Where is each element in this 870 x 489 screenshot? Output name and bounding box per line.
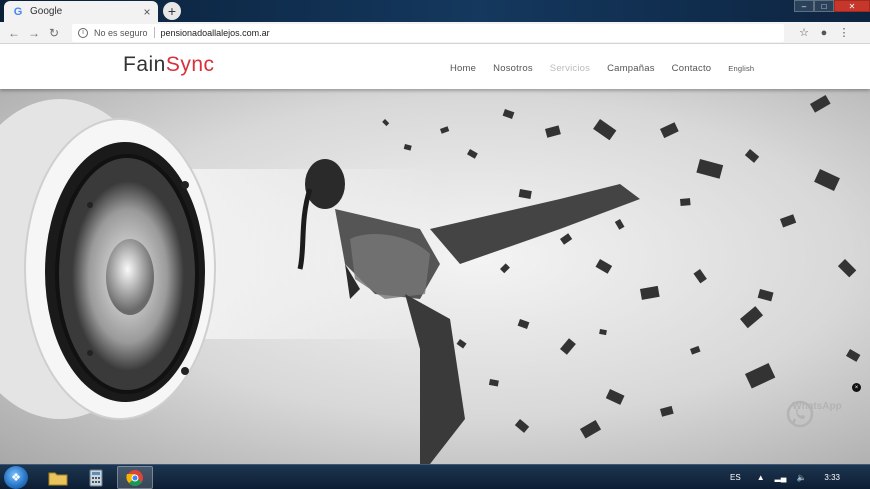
window-controls: – □ ✕ <box>794 0 870 12</box>
nav-campanas[interactable]: Campañas <box>607 63 655 74</box>
speaker-graphic <box>0 99 216 420</box>
nav-english[interactable]: English <box>728 64 754 73</box>
logo-text-fain: Fain <box>123 53 166 76</box>
bookmark-star-icon[interactable]: ☆ <box>794 23 814 43</box>
maximize-button[interactable]: □ <box>814 0 834 12</box>
hero-illustration <box>0 95 861 464</box>
folder-icon <box>48 472 68 485</box>
menu-dots-icon[interactable]: ⋮ <box>834 23 854 43</box>
close-icon[interactable]: × <box>852 383 861 392</box>
forward-arrow-icon[interactable]: → <box>24 23 44 43</box>
system-tray: ES ▲ ▂▄ 🔈 3:33 <box>730 465 870 489</box>
taskbar-chrome-icon[interactable] <box>117 466 153 489</box>
nav-nosotros[interactable]: Nosotros <box>493 63 533 74</box>
whatsapp-icon <box>786 400 814 428</box>
tab-title: Google <box>30 6 63 17</box>
os-taskbar: ❖ ES ▲ ▂▄ 🔈 3:33 <box>0 464 870 489</box>
new-tab-button[interactable]: + <box>163 2 181 20</box>
nav-contacto[interactable]: Contacto <box>672 63 712 74</box>
taskbar-explorer-icon[interactable] <box>40 466 76 489</box>
url-text[interactable]: pensionadoallalejos.com.ar <box>161 28 270 38</box>
browser-tab[interactable]: G Google × <box>4 1 158 22</box>
profile-icon[interactable]: ● <box>814 23 834 43</box>
volume-icon[interactable]: 🔈 <box>796 473 806 482</box>
taskbar-calculator-icon[interactable] <box>78 466 114 489</box>
security-label: No es seguro <box>94 27 148 38</box>
site-logo[interactable]: FainSync <box>123 53 215 77</box>
site-header: FainSync Home Nosotros Servicios Campaña… <box>0 44 870 89</box>
chrome-icon <box>126 469 143 486</box>
google-favicon-icon: G <box>13 5 23 18</box>
back-arrow-icon[interactable]: ← <box>4 23 24 43</box>
browser-titlebar: G Google × + – □ ✕ <box>0 0 870 22</box>
whatsapp-widget[interactable]: WhatsApp <box>785 399 849 428</box>
nav-home[interactable]: Home <box>450 63 476 74</box>
reload-icon[interactable]: ↻ <box>44 23 64 43</box>
info-icon[interactable]: i <box>78 27 88 38</box>
hero-banner: WhatsApp × <box>0 89 870 464</box>
browser-toolbar: ← → ↻ i No es seguro pensionadoallalejos… <box>0 22 870 44</box>
language-indicator[interactable]: ES <box>730 473 741 482</box>
clock[interactable]: 3:33 <box>824 473 840 482</box>
tray-arrow-icon[interactable]: ▲ <box>757 473 765 482</box>
minimize-button[interactable]: – <box>794 0 814 12</box>
address-bar[interactable]: i No es seguro pensionadoallalejos.com.a… <box>72 23 784 42</box>
tab-close-icon[interactable]: × <box>140 5 154 19</box>
omnibox-divider <box>153 27 155 38</box>
logo-text-sync: Sync <box>165 53 215 76</box>
windows-start-icon[interactable]: ❖ <box>4 466 28 489</box>
nav-servicios[interactable]: Servicios <box>550 63 590 74</box>
network-icon[interactable]: ▂▄ <box>775 473 787 482</box>
main-nav: Home Nosotros Servicios Campañas Contact… <box>450 63 771 74</box>
close-window-button[interactable]: ✕ <box>834 0 870 12</box>
calculator-icon <box>89 469 103 486</box>
